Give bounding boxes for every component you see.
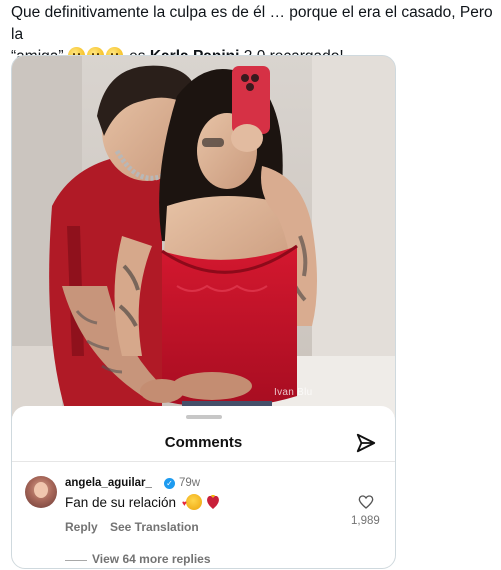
avatar[interactable] [25,476,57,508]
drag-handle[interactable] [186,415,222,419]
see-translation-button[interactable]: See Translation [110,520,199,534]
photo-watermark: Ivan Blu [274,387,313,398]
reply-button[interactable]: Reply [65,520,98,534]
replies-divider-line [65,560,87,561]
sheet-divider [12,461,395,462]
like-count: 1,989 [351,515,380,527]
comments-sheet: Comments angela_aguilar_ ✓ 79w Fan de su… [12,406,395,568]
comments-title: Comments [164,434,243,451]
smiling-face-with-hearts-icon [182,494,202,510]
heart-with-ribbon-icon [207,495,219,509]
tweet-line-1: Que definitivamente la culpa es de él … … [11,4,493,43]
verified-badge-icon: ✓ [164,478,175,489]
comment-username[interactable]: angela_aguilar_ [65,477,152,489]
view-more-replies-button[interactable]: View 64 more replies [92,552,211,566]
send-icon[interactable] [355,432,377,454]
couple-photo[interactable] [12,56,395,416]
comment-time: 79w [179,477,201,489]
heart-icon[interactable] [358,494,374,510]
tweet-media[interactable]: Ivan Blu Comments angela_aguilar_ ✓ 79w … [11,55,396,569]
comment-text: Fan de su relación [65,495,177,510]
